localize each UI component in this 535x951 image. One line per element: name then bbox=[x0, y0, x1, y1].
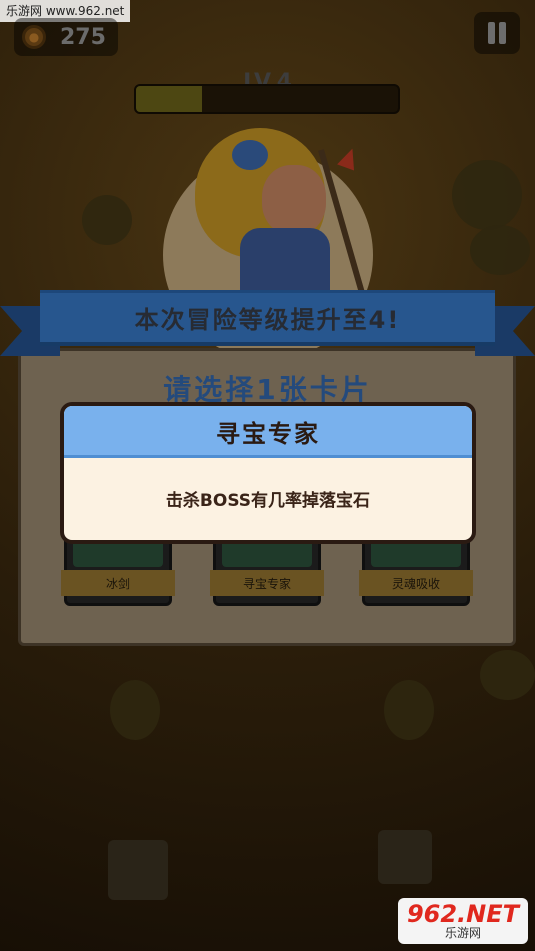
background-rock bbox=[378, 830, 432, 884]
pause-icon bbox=[499, 22, 506, 44]
card-label[interactable]: 寻宝专家 bbox=[210, 570, 324, 596]
background-rock bbox=[108, 840, 168, 900]
background-tree bbox=[110, 680, 160, 740]
site-logo-watermark: 962.NET 乐游网 bbox=[398, 898, 528, 944]
hero-face bbox=[262, 165, 326, 235]
dialog-title: 寻宝专家 bbox=[216, 420, 320, 448]
background-tree bbox=[384, 680, 434, 740]
background-tree bbox=[470, 225, 530, 275]
xp-bar bbox=[134, 84, 400, 114]
card-label[interactable]: 冰剑 bbox=[61, 570, 175, 596]
pause-button[interactable] bbox=[474, 12, 520, 54]
level-up-banner: 本次冒险等级提升至4! bbox=[40, 290, 495, 346]
pause-icon bbox=[488, 22, 495, 44]
background-tree bbox=[480, 650, 535, 700]
site-logo-text: 962.NET bbox=[406, 900, 520, 928]
hero-hair-bow bbox=[232, 140, 268, 170]
coin-counter: ● 275 bbox=[14, 18, 118, 56]
coin-icon: ● bbox=[22, 25, 46, 49]
card-detail-dialog[interactable]: 寻宝专家 击杀BOSS有几率掉落宝石 bbox=[60, 402, 476, 544]
background-tree bbox=[82, 195, 132, 245]
coin-count: 275 bbox=[60, 24, 106, 50]
site-logo-subtext: 乐游网 bbox=[444, 926, 481, 940]
background-tree bbox=[452, 160, 522, 230]
card-label[interactable]: 灵魂吸收 bbox=[359, 570, 473, 596]
dialog-description: 击杀BOSS有几率掉落宝石 bbox=[165, 491, 371, 511]
xp-bar-fill bbox=[136, 86, 202, 112]
